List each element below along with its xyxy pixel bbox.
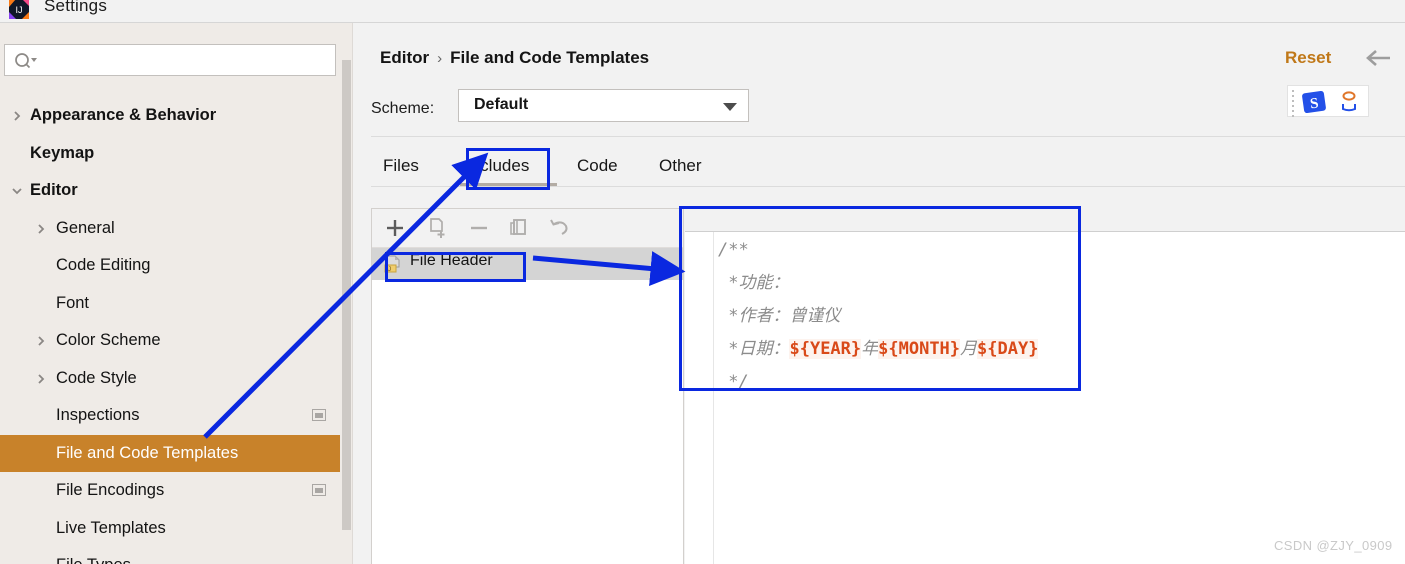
sidebar-item-general[interactable]: General [0,210,340,248]
settings-tree: Appearance & Behavior Keymap Editor General… [0,97,340,564]
sidebar-item-live-templates[interactable]: Live Templates [0,510,340,548]
drag-handle[interactable] [1292,90,1295,117]
annotation-box-template-editor [679,206,1081,391]
template-list-toolbar [372,209,683,248]
chevron-right-icon[interactable] [32,322,50,360]
sidebar-item-editor[interactable]: Editor [0,172,340,210]
sidebar-item-label: Keymap [30,143,95,162]
sidebar-item-inspections[interactable]: Inspections [0,397,340,435]
plus-icon [382,220,408,245]
sidebar-item-label: Color Scheme [56,331,161,349]
non-default-settings-icon [312,409,326,421]
annotation-box-includes-tab [466,148,550,190]
sidebar-item-appearance-behavior[interactable]: Appearance & Behavior [0,97,340,135]
reset-template-button [547,215,573,241]
non-default-settings-icon [312,484,326,496]
breadcrumb: Editor › File and Code Templates [380,48,649,68]
sogou-input-method-toolbar[interactable]: S [1287,85,1369,117]
sidebar-item-label: Code Style [56,368,137,387]
settings-dialog: IJ Settings Appearance & Behavior Keymap E… [0,0,1405,564]
settings-sidebar: Appearance & Behavior Keymap Editor General… [0,23,340,564]
intellij-idea-icon: IJ [8,0,30,20]
chinese-english-toggle-icon[interactable] [1338,91,1360,113]
sidebar-scrollbar-thumb[interactable] [342,60,351,530]
sidebar-item-label: File and Code Templates [56,443,239,462]
watermark: CSDN @ZJY_0909 [1274,538,1393,553]
remove-template-button [466,215,492,241]
chevron-down-icon[interactable] [8,172,26,210]
annotation-box-file-header [385,252,526,282]
sidebar-item-label: Font [56,293,90,312]
sidebar-item-label: File Types [56,547,131,564]
sidebar-item-file-and-code-templates[interactable]: File and Code Templates [0,434,340,472]
duplicate-icon [506,219,532,245]
sidebar-item-code-style[interactable]: Code Style [0,360,340,398]
copy-file-plus-icon [424,218,450,245]
breadcrumb-parent[interactable]: Editor [380,48,429,67]
scheme-dropdown[interactable]: Default [458,89,749,122]
undo-icon [547,219,573,245]
search-input[interactable] [43,45,332,77]
sidebar-item-label: Code Editing [56,256,151,274]
search-icon [14,52,38,70]
arrow-left-icon[interactable] [1365,48,1393,68]
sidebar-search[interactable] [4,44,336,77]
sidebar-item-label: Editor [30,181,78,199]
breadcrumb-current: File and Code Templates [450,48,650,67]
sidebar-item-file-encodings[interactable]: File Encodings [0,472,340,510]
svg-text:IJ: IJ [15,5,22,15]
sidebar-item-keymap[interactable]: Keymap [0,135,340,173]
duplicate-template-button [506,215,532,241]
add-template-button[interactable] [382,215,408,241]
sidebar-item-label: File Encodings [56,481,165,499]
tab-other[interactable]: Other [659,147,702,185]
sidebar-item-label: Inspections [56,406,140,424]
chevron-right-icon[interactable] [8,97,26,135]
chevron-right-icon[interactable] [32,210,50,248]
reset-button[interactable]: Reset [1285,48,1331,68]
sidebar-item-file-types[interactable]: File Types [0,547,340,564]
tab-code[interactable]: Code [577,147,618,185]
sidebar-item-code-editing[interactable]: Code Editing [0,247,340,285]
sidebar-item-label: Live Templates [56,518,166,537]
tab-files[interactable]: Files [383,147,419,185]
minus-icon [466,226,492,245]
chevron-right-icon[interactable] [32,360,50,398]
copy-template-button [424,215,450,241]
sidebar-item-color-scheme[interactable]: Color Scheme [0,322,340,360]
scheme-value: Default [474,96,529,113]
sidebar-item-font[interactable]: Font [0,285,340,323]
scheme-label: Scheme: [371,100,435,117]
sidebar-item-label: General [56,218,115,237]
chevron-down-icon [723,103,737,111]
window-title: Settings [44,0,108,15]
header-divider [371,136,1405,137]
sogou-logo-icon[interactable]: S [1301,90,1327,114]
breadcrumb-separator: › [437,50,443,67]
sidebar-item-label: Appearance & Behavior [30,106,217,124]
title-bar: IJ Settings [0,0,1405,23]
